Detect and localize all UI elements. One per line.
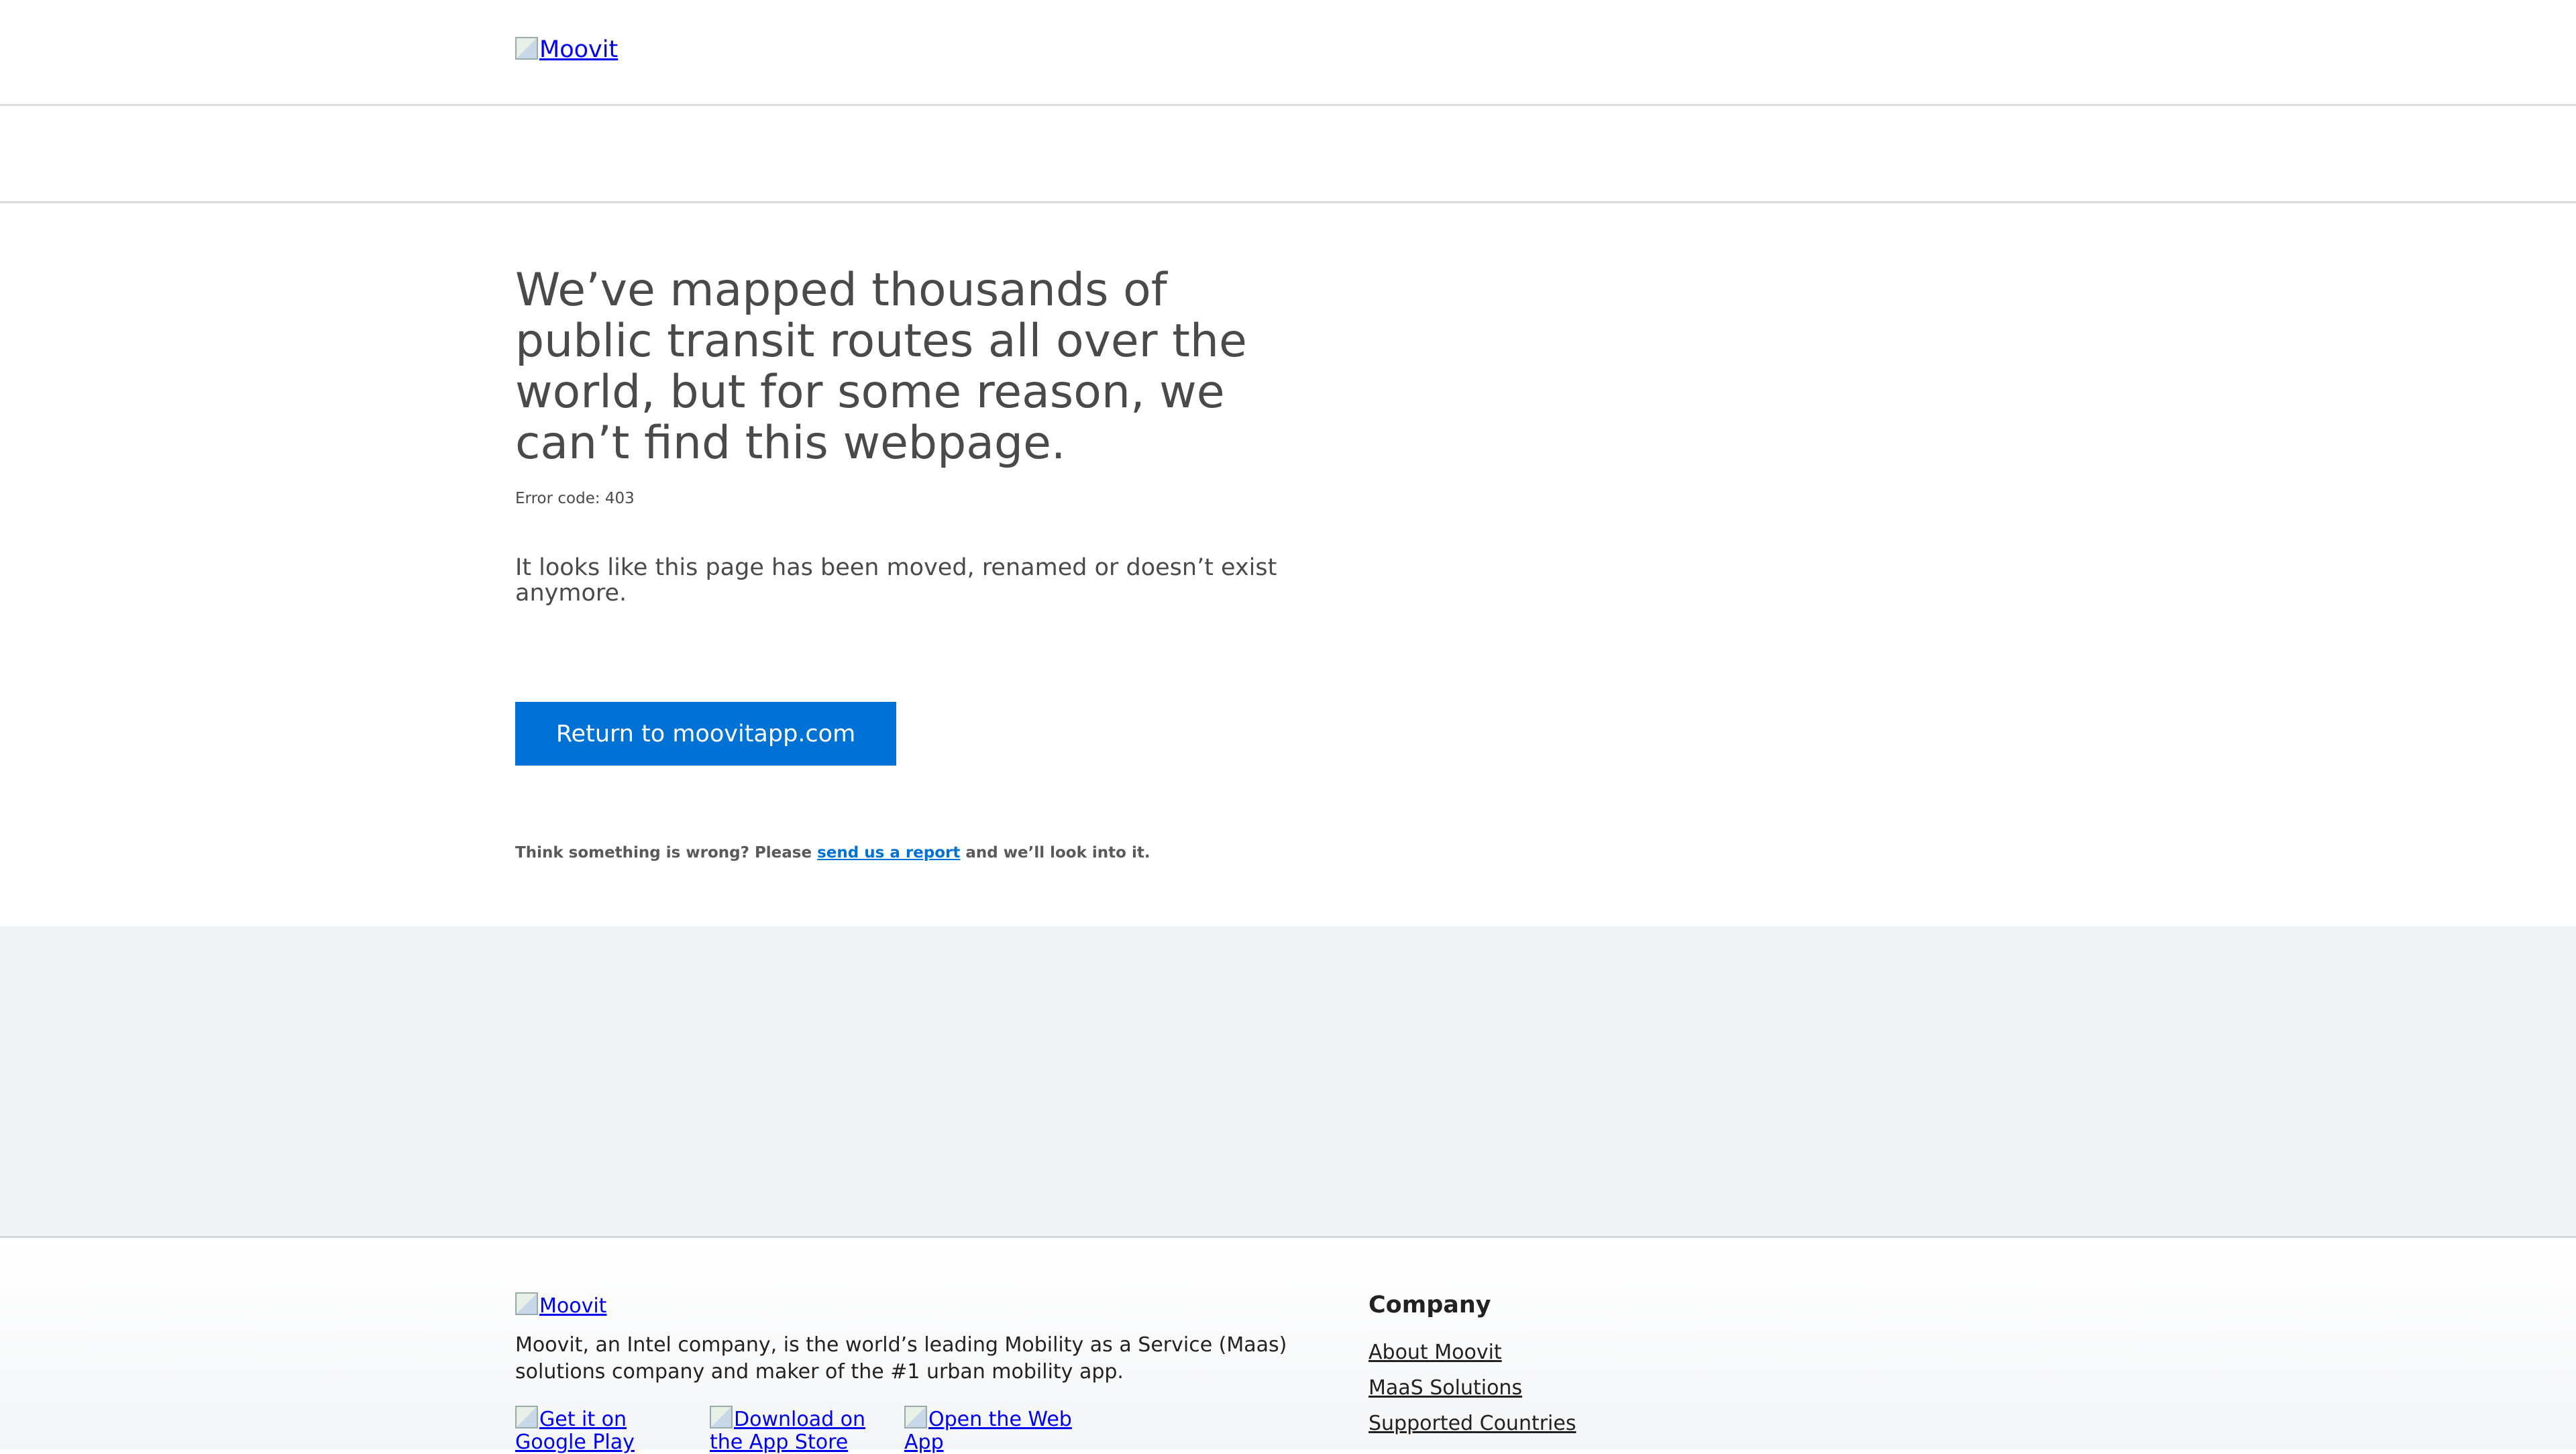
- gray-band: [0, 926, 2576, 1238]
- supported-countries-link[interactable]: Supported Countries: [1368, 1412, 1576, 1435]
- app-store-badge[interactable]: Download on the App Store: [710, 1406, 884, 1454]
- footer-moovit-logo-link[interactable]: Moovit: [515, 1292, 606, 1318]
- sub-navigation-bar: [0, 106, 2576, 203]
- maas-solutions-link[interactable]: MaaS Solutions: [1368, 1376, 1522, 1400]
- site-footer: Moovit Moovit, an Intel company, is the …: [0, 1240, 2576, 1454]
- footer-description: Moovit, an Intel company, is the world’s…: [515, 1333, 1287, 1384]
- error-description: It looks like this page has been moved, …: [515, 554, 1277, 607]
- company-link-item: About Moovit: [1368, 1341, 1576, 1376]
- moovit-logo-link[interactable]: Moovit: [515, 36, 2061, 63]
- return-home-button[interactable]: Return to moovitapp.com: [515, 702, 896, 766]
- error-code: Error code: 403: [515, 490, 635, 507]
- company-links: About Moovit MaaS Solutions Supported Co…: [1368, 1341, 1576, 1447]
- company-link-item: Supported Countries: [1368, 1412, 1576, 1447]
- report-notice: Think something is wrong? Please send us…: [515, 844, 1150, 862]
- site-header: Moovit: [0, 0, 2576, 106]
- error-content: We’ve mapped thousands of public transit…: [0, 203, 2576, 926]
- app-store-badges: Get it on Google Play Download on the Ap…: [515, 1406, 1079, 1454]
- report-suffix: and we’ll look into it.: [960, 844, 1150, 862]
- page-title: We’ve mapped thousands of public transit…: [515, 264, 1247, 470]
- about-moovit-link[interactable]: About Moovit: [1368, 1341, 1502, 1364]
- company-heading: Company: [1368, 1292, 1491, 1318]
- web-app-badge[interactable]: Open the Web App: [904, 1406, 1079, 1454]
- send-report-link[interactable]: send us a report: [817, 844, 960, 862]
- report-prefix: Think something is wrong? Please: [515, 844, 818, 862]
- google-play-badge[interactable]: Get it on Google Play: [515, 1406, 690, 1454]
- company-link-item: MaaS Solutions: [1368, 1376, 1576, 1412]
